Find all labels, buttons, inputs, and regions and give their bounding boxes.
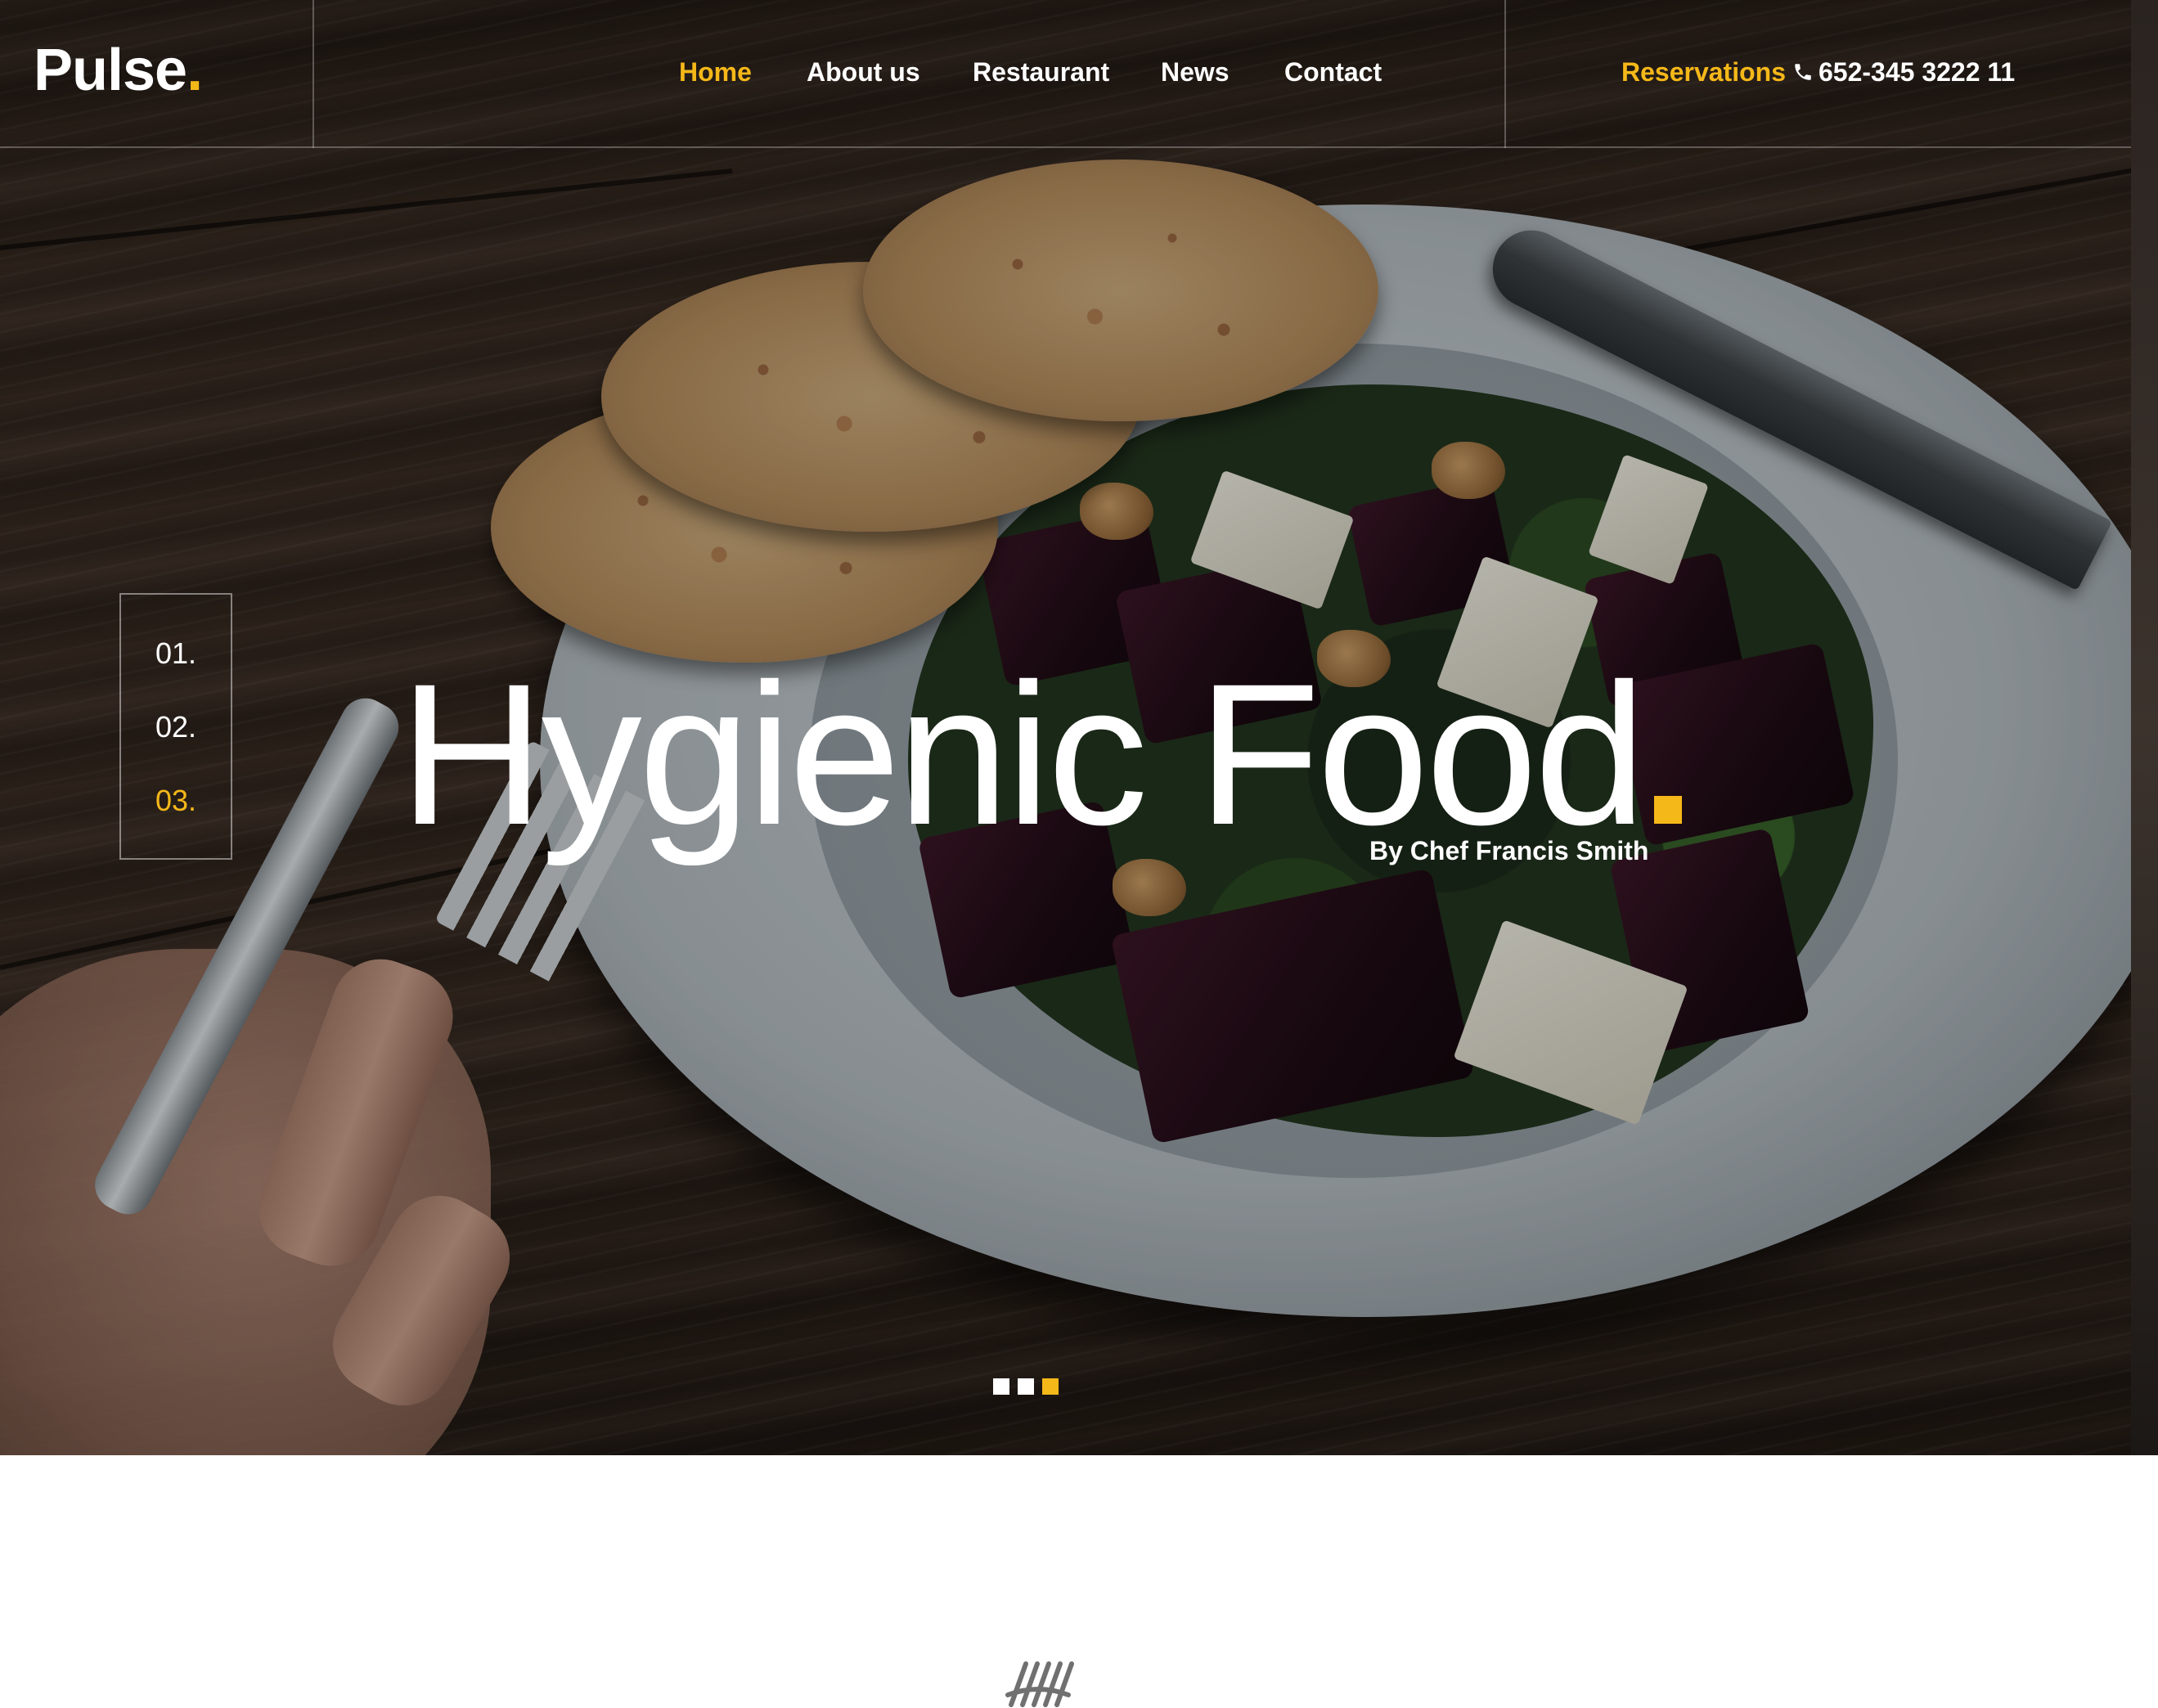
headline-accent-dot (1654, 796, 1683, 824)
logo-text: Pulse (34, 38, 187, 103)
nav-item-news[interactable]: News (1161, 56, 1230, 88)
logo-dot: . (187, 38, 203, 103)
slide-headline: Hygienic Food (399, 654, 1683, 856)
reservations-phone[interactable]: 652-345 3222 11 (1819, 57, 2015, 87)
logo[interactable]: Pulse. (34, 38, 203, 103)
next-slide-peek (2131, 0, 2158, 1455)
header-divider (312, 0, 314, 148)
nav-item-home[interactable]: Home (679, 56, 752, 88)
slider-dot-2[interactable] (1018, 1378, 1034, 1395)
phone-icon (1795, 64, 1811, 80)
site-header: Pulse. Home About us Restaurant News Con… (0, 0, 2131, 148)
slide-number-3[interactable]: 03. (121, 784, 231, 817)
nav-item-about-us[interactable]: About us (807, 56, 920, 88)
nav-item-restaurant[interactable]: Restaurant (973, 56, 1109, 88)
slider-dot-3[interactable] (1042, 1378, 1059, 1395)
slide-number-2[interactable]: 02. (121, 711, 231, 744)
slide-headline-text: Hygienic Food (399, 642, 1646, 867)
slide-number-1[interactable]: 01. (121, 637, 231, 670)
slider-dot-1[interactable] (993, 1378, 1009, 1395)
slide-byline: By Chef Francis Smith (1369, 836, 1649, 865)
slide-number-nav: 01. 02. 03. (119, 593, 232, 860)
reservations[interactable]: Reservations 652-345 3222 11 (1621, 56, 2015, 88)
header-divider (1504, 0, 1506, 148)
reservations-label[interactable]: Reservations (1621, 57, 1786, 87)
nav-item-contact[interactable]: Contact (1284, 56, 1382, 88)
fork-knife-icon (1005, 1661, 1074, 1707)
